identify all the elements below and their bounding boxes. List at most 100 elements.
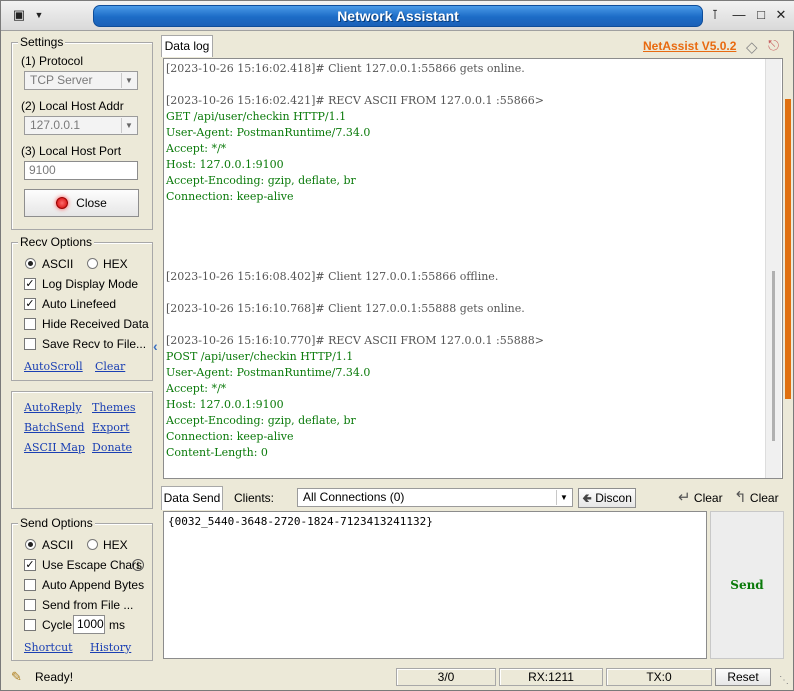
hide-received-checkbox[interactable]: [24, 318, 36, 330]
autoreply-link[interactable]: AutoReply: [24, 401, 82, 414]
log-side-marker: [785, 99, 791, 399]
data-log-area[interactable]: [2023-10-26 15:16:02.418]# Client 127.0.…: [163, 58, 783, 479]
bell-icon[interactable]: ⎋: [768, 37, 779, 54]
close-label: Close: [76, 196, 107, 210]
log-data-line: GET /api/user/checkin HTTP/1.1: [166, 110, 347, 123]
save-recv-checkbox[interactable]: [24, 338, 36, 350]
settings-title: Settings: [18, 35, 66, 49]
recv-clear-link[interactable]: Clear: [95, 360, 125, 373]
send-label: Send: [730, 578, 764, 592]
disconnect-button[interactable]: 🢀 Discon: [578, 488, 636, 508]
log-system-line: [2023-10-26 15:16:08.402]# Client 127.0.…: [166, 270, 499, 283]
clients-select[interactable]: All Connections (0) ▼: [297, 488, 573, 507]
reset-button[interactable]: Reset: [715, 668, 771, 686]
disconnect-label: Discon: [595, 491, 632, 505]
host-addr-value: 127.0.0.1: [30, 118, 81, 132]
log-data-line: Host: 127.0.0.1:9100: [166, 158, 284, 171]
status-led-icon: [56, 197, 69, 209]
collapse-panel-icon[interactable]: ‹: [153, 338, 158, 354]
shortcut-link[interactable]: Shortcut: [24, 641, 73, 654]
autoscroll-link[interactable]: AutoScroll: [24, 360, 83, 373]
menu-dropdown-icon[interactable]: ▼: [31, 7, 47, 23]
status-tx: TX:0: [606, 668, 712, 686]
panel-splitter[interactable]: ‹: [153, 306, 160, 386]
donate-link[interactable]: Donate: [92, 441, 132, 454]
log-system-line: [2023-10-26 15:16:10.768]# Client 127.0.…: [166, 302, 525, 315]
status-rx: RX:1211: [499, 668, 603, 686]
recv-ascii-radio[interactable]: [25, 258, 36, 269]
turn-down-arrow-icon: ↵: [678, 489, 691, 506]
history-link[interactable]: History: [90, 641, 131, 654]
maximize-icon[interactable]: □: [753, 7, 769, 23]
log-data-line: Accept-Encoding: gzip, deflate, br: [166, 174, 356, 187]
send-hex-label: HEX: [103, 538, 128, 552]
ascii-map-link[interactable]: ASCII Map: [24, 441, 85, 454]
log-system-line: [2023-10-26 15:16:02.418]# Client 127.0.…: [166, 62, 525, 75]
log-data-line: User-Agent: PostmanRuntime/7.34.0: [166, 126, 371, 139]
protocol-label: (1) Protocol: [21, 54, 84, 68]
cycle-label: Cycle: [42, 618, 73, 632]
auto-append-checkbox[interactable]: [24, 579, 36, 591]
protocol-select[interactable]: TCP Server ▼: [24, 71, 138, 90]
log-scrollbar[interactable]: [765, 59, 781, 478]
cycle-input[interactable]: 1000: [73, 615, 105, 634]
ready-icon: ✎: [11, 669, 22, 684]
log-system-line: [2023-10-26 15:16:02.421]# RECV ASCII FR…: [166, 94, 544, 107]
hide-received-label: Hide Received Data: [42, 317, 149, 331]
chevron-down-icon: ▼: [121, 118, 136, 133]
minimize-icon[interactable]: —: [731, 7, 747, 23]
send-hex-radio[interactable]: [87, 539, 98, 550]
export-link[interactable]: Export: [92, 421, 130, 434]
clear-send-button[interactable]: ↰ Clear: [734, 488, 779, 506]
app-window: ▣ ▼ Network Assistant ⊺ — □ ✕ Settings (…: [0, 0, 794, 691]
log-data-line: Accept: */*: [166, 382, 227, 395]
cycle-checkbox[interactable]: [24, 619, 36, 631]
recv-hex-radio[interactable]: [87, 258, 98, 269]
chevron-down-icon: ▼: [121, 73, 136, 88]
auto-append-label: Auto Append Bytes: [42, 578, 145, 592]
host-addr-label: (2) Local Host Addr: [21, 99, 124, 113]
app-menu-icon[interactable]: ▣: [11, 7, 27, 23]
send-ascii-radio[interactable]: [25, 539, 36, 550]
send-options-title: Send Options: [18, 516, 95, 530]
title-bar: ▣ ▼ Network Assistant ⊺ — □ ✕: [1, 1, 794, 31]
send-from-file-label: Send from File ...: [42, 598, 134, 612]
tab-data-send[interactable]: Data Send: [161, 486, 223, 510]
recv-options-title: Recv Options: [18, 235, 95, 249]
send-button[interactable]: Send: [710, 511, 784, 659]
host-addr-select[interactable]: 127.0.0.1 ▼: [24, 116, 138, 135]
save-recv-label: Save Recv to File...: [42, 337, 147, 351]
protocol-value: TCP Server: [30, 73, 93, 87]
brand-label[interactable]: NetAssist V5.0.2: [643, 39, 736, 53]
log-data-line: Connection: keep-alive: [166, 190, 294, 203]
use-escape-checkbox[interactable]: ✓: [24, 559, 36, 571]
close-connection-button[interactable]: Close: [24, 189, 139, 217]
log-data-line: Accept: */*: [166, 142, 227, 155]
use-escape-label: Use Escape Chars: [42, 558, 143, 572]
pin-icon[interactable]: ⊺: [707, 7, 723, 23]
clear-log-button[interactable]: ↵ Clear: [678, 488, 723, 506]
auto-linefeed-checkbox[interactable]: ✓: [24, 298, 36, 310]
info-icon[interactable]: i: [132, 559, 144, 571]
send-ascii-label: ASCII: [42, 538, 74, 552]
clear-log-label: Clear: [693, 491, 723, 505]
log-data-line: User-Agent: PostmanRuntime/7.34.0: [166, 366, 371, 379]
host-port-input[interactable]: 9100: [24, 161, 138, 180]
send-from-file-checkbox[interactable]: [24, 599, 36, 611]
log-display-label: Log Display Mode: [42, 277, 139, 291]
batchsend-link[interactable]: BatchSend: [24, 421, 84, 434]
log-scrollbar-thumb[interactable]: [772, 271, 775, 441]
window-title: Network Assistant: [93, 5, 703, 27]
close-window-icon[interactable]: ✕: [773, 7, 789, 23]
resize-grip-icon[interactable]: ⋱: [779, 675, 789, 686]
log-display-checkbox[interactable]: ✓: [24, 278, 36, 290]
log-data-line: Content-Length: 0: [166, 446, 268, 459]
themes-link[interactable]: Themes: [92, 401, 136, 414]
cycle-unit-label: ms: [109, 618, 125, 632]
tab-data-log[interactable]: Data log: [161, 35, 213, 57]
recv-hex-label: HEX: [103, 257, 128, 271]
diamond-icon[interactable]: ◇: [746, 38, 758, 56]
clients-value: All Connections (0): [303, 490, 405, 504]
send-input[interactable]: {0032_5440-3648-2720-1824-7123413241132}: [163, 511, 707, 659]
arrow-left-icon: 🢀: [582, 491, 592, 505]
